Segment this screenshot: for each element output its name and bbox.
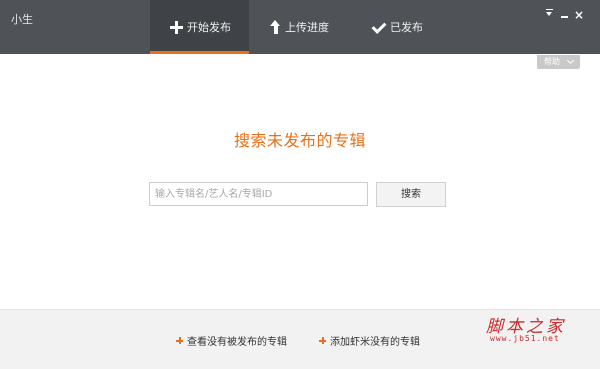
menu-dropdown-icon[interactable] [544, 9, 556, 21]
tab-upload-progress-label: 上传进度 [285, 21, 329, 34]
page-title: 搜索未发布的专辑 [233, 131, 366, 150]
add-missing-album-link[interactable]: 添加虾米没有的专辑 [319, 333, 420, 348]
close-icon[interactable]: × [573, 9, 585, 21]
plus-icon [319, 337, 326, 344]
help-button[interactable]: 帮助 [537, 55, 580, 69]
add-missing-album-label: 添加虾米没有的专辑 [330, 337, 420, 348]
minimize-icon[interactable] [559, 9, 571, 21]
plus-icon [170, 20, 183, 34]
check-icon [372, 21, 386, 33]
search-button[interactable]: 搜索 [376, 182, 446, 207]
header-bar: 小生 开始发布 上传进度 已发布 × [0, 0, 600, 54]
view-unpublished-albums-label: 查看没有被发布的专辑 [187, 337, 287, 348]
chevron-down-icon [566, 56, 575, 65]
tab-start-publish-label: 开始发布 [187, 21, 231, 34]
tab-published[interactable]: 已发布 [370, 0, 423, 54]
watermark-url: www.jb51.net [490, 334, 560, 343]
upload-arrow-icon [270, 20, 281, 34]
help-label: 帮助 [544, 57, 560, 66]
app-title: 小生 [11, 13, 33, 26]
tab-published-label: 已发布 [390, 21, 423, 34]
search-input[interactable] [149, 182, 368, 206]
plus-icon [176, 337, 183, 344]
view-unpublished-albums-link[interactable]: 查看没有被发布的专辑 [176, 333, 287, 348]
app-window: 小生 开始发布 上传进度 已发布 × 帮助 搜索未发布的专辑 搜索 查看没有被发… [0, 0, 600, 369]
tab-upload-progress[interactable]: 上传进度 [268, 0, 329, 54]
tab-start-publish[interactable]: 开始发布 [150, 0, 249, 54]
